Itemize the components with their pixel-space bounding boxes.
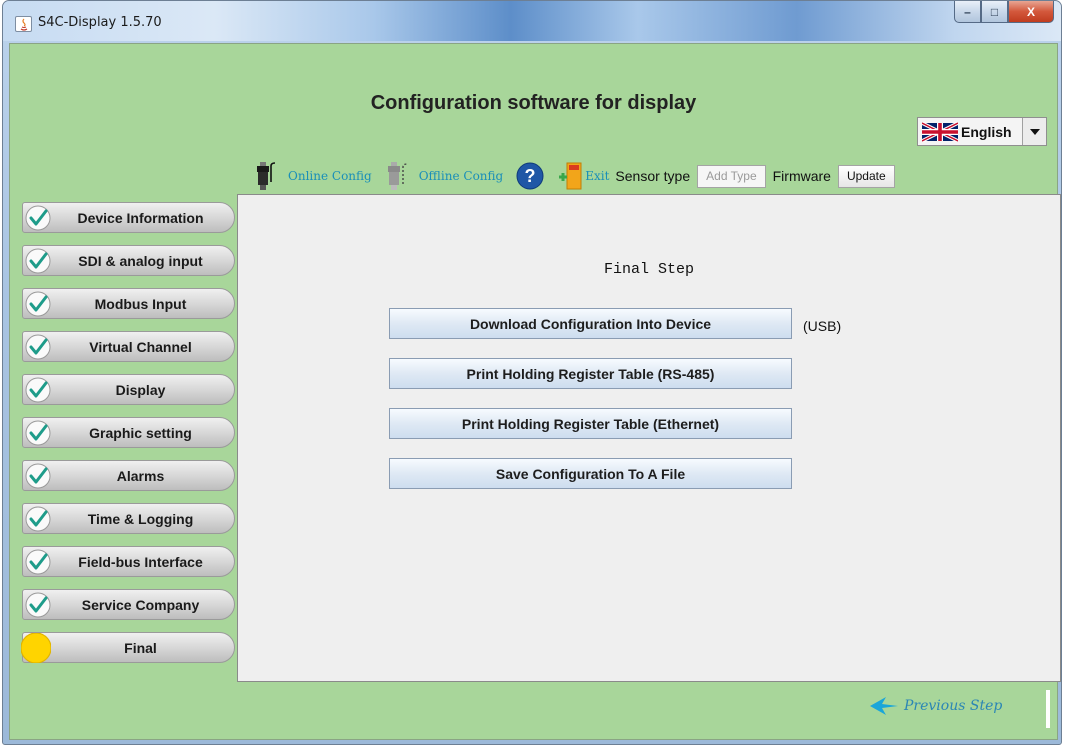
sidebar-item-time-logging[interactable]: Time & Logging: [22, 503, 235, 534]
chevron-down-icon[interactable]: [1022, 118, 1046, 145]
close-button[interactable]: X: [1008, 1, 1054, 23]
step-title: Final Step: [603, 261, 694, 278]
connected-sensor-icon: [257, 162, 276, 190]
sidebar-item-virtual-channel[interactable]: Virtual Channel: [22, 331, 235, 362]
online-config-link[interactable]: Online Config: [251, 160, 372, 192]
maximize-button[interactable]: □: [981, 1, 1008, 23]
sidebar-item-display[interactable]: Display: [22, 374, 235, 405]
sensor-type-label: Sensor type: [615, 168, 691, 184]
maximize-icon: □: [990, 4, 999, 19]
update-button[interactable]: Update: [837, 164, 895, 188]
sidebar-item-final[interactable]: Final: [21, 632, 235, 663]
back-arrow-icon: [870, 697, 898, 715]
save-config-button[interactable]: Save Configuration To A File: [389, 458, 792, 489]
check-circle-icon: [25, 377, 51, 403]
offline-config-link[interactable]: Offline Config: [382, 160, 504, 192]
exit-label: Exit: [585, 169, 610, 183]
sidebar-item-label: Virtual Channel: [89, 338, 192, 355]
usb-note: (USB): [803, 318, 842, 334]
sidebar-item-label: Final: [124, 639, 157, 656]
previous-step-label: Previous Step: [904, 698, 1003, 714]
sidebar-item-label: Modbus Input: [94, 295, 187, 312]
sidebar-item-label: Device Information: [77, 209, 204, 226]
check-circle-icon: [25, 506, 51, 532]
check-circle-icon: [25, 592, 51, 618]
offline-config-label: Offline Config: [418, 169, 504, 183]
close-icon: X: [1026, 4, 1035, 19]
help-button[interactable]: ?: [515, 161, 545, 191]
online-config-label: Online Config: [288, 169, 372, 183]
check-circle-icon: [25, 334, 51, 360]
check-circle-icon: [25, 549, 51, 575]
step-sidebar: Device Information SDI & analog input Mo…: [21, 202, 235, 675]
app-window: S4C-Display 1.5.70 – □ X Configuration s…: [2, 0, 1062, 745]
download-config-button[interactable]: Download Configuration Into Device: [389, 308, 792, 339]
minimize-icon: –: [964, 4, 971, 19]
java-app-icon: [15, 16, 32, 32]
title-bar[interactable]: S4C-Display 1.5.70 – □ X: [3, 1, 1061, 41]
sidebar-item-label: Field-bus Interface: [78, 553, 203, 570]
check-circle-icon: [25, 248, 51, 274]
sidebar-item-sdi-analog-input[interactable]: SDI & analog input: [22, 245, 235, 276]
toolbar: Online Config Offline Config ? Exit Sens…: [251, 159, 895, 193]
sidebar-item-modbus-input[interactable]: Modbus Input: [22, 288, 235, 319]
sidebar-item-graphic-setting[interactable]: Graphic setting: [22, 417, 235, 448]
check-circle-icon: [25, 291, 51, 317]
sidebar-item-service-company[interactable]: Service Company: [22, 589, 235, 620]
check-circle-icon: [25, 420, 51, 446]
current-step-dot-icon: [21, 633, 51, 663]
question-mark-icon: ?: [516, 162, 544, 190]
exit-door-icon: [559, 162, 582, 190]
check-circle-icon: [25, 205, 51, 231]
previous-step-button[interactable]: Previous Step: [870, 697, 1002, 715]
page-title: Configuration software for display: [370, 92, 697, 114]
sidebar-item-label: SDI & analog input: [78, 252, 203, 269]
minimize-button[interactable]: –: [954, 1, 981, 23]
sidebar-item-label: Graphic setting: [89, 424, 192, 441]
uk-flag-icon: [922, 121, 958, 142]
sidebar-item-alarms[interactable]: Alarms: [22, 460, 235, 491]
sidebar-item-device-information[interactable]: Device Information: [22, 202, 235, 233]
firmware-label: Firmware: [772, 168, 831, 184]
print-rs485-button[interactable]: Print Holding Register Table (RS-485): [389, 358, 792, 389]
print-ethernet-button[interactable]: Print Holding Register Table (Ethernet): [389, 408, 792, 439]
disconnected-sensor-icon: [387, 162, 407, 190]
sidebar-item-label: Time & Logging: [87, 510, 194, 527]
add-type-button[interactable]: Add Type: [697, 164, 766, 188]
language-label: English: [961, 123, 1012, 140]
check-circle-icon: [25, 463, 51, 489]
client-area: Configuration software for display Engli…: [9, 43, 1061, 740]
svg-text:?: ?: [525, 166, 536, 186]
exit-button[interactable]: Exit: [557, 161, 609, 191]
sidebar-item-label: Display: [115, 381, 166, 398]
main-panel: Final Step Download Configuration Into D…: [237, 194, 1061, 682]
sidebar-item-label: Alarms: [116, 467, 165, 484]
window-title: S4C-Display 1.5.70: [38, 15, 162, 30]
sidebar-item-label: Service Company: [81, 596, 200, 613]
language-select[interactable]: English: [917, 117, 1047, 146]
sidebar-item-field-bus-interface[interactable]: Field-bus Interface: [22, 546, 235, 577]
divider: [1046, 690, 1050, 728]
